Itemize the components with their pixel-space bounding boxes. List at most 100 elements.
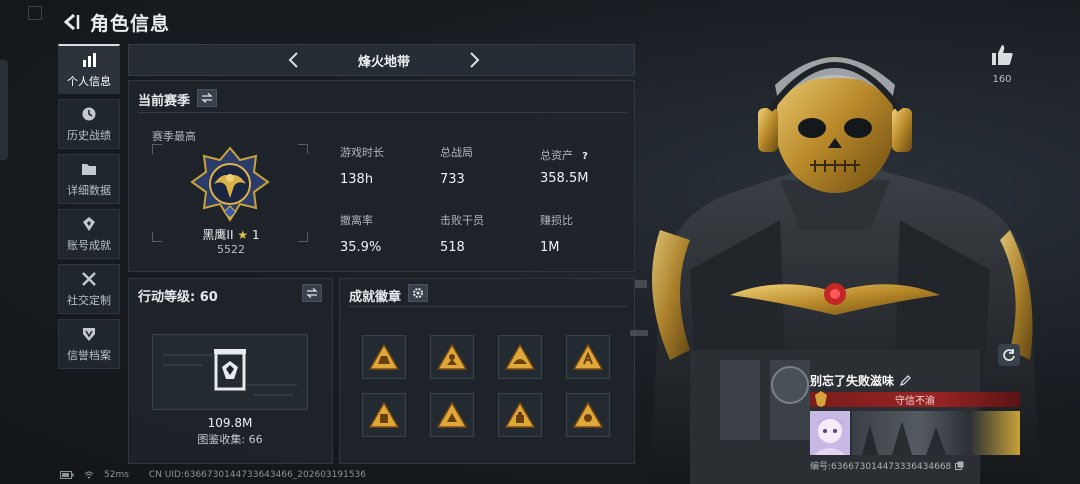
triangle-badge-icon xyxy=(505,344,535,370)
player-title: 守信不渝 xyxy=(895,396,935,407)
map-name: 烽火地带 xyxy=(357,54,410,70)
nav-item-achievements[interactable]: 账号成就 xyxy=(58,209,120,259)
medal-icon xyxy=(80,215,98,233)
achievement-badge[interactable] xyxy=(430,393,474,437)
achievement-badge[interactable] xyxy=(566,393,610,437)
stat-label: 赚损比 xyxy=(540,214,573,227)
nav-item-reputation[interactable]: 信誉档案 xyxy=(58,319,120,369)
triangle-badge-icon xyxy=(437,402,467,428)
stat-label: 击败干员 xyxy=(440,214,484,227)
swap-icon xyxy=(306,288,318,298)
achievements-title: 成就徽章 xyxy=(349,290,402,305)
card-banner xyxy=(852,411,1020,455)
uid: CN UID:6366730144733643466_202603191536 xyxy=(148,470,367,480)
nav-item-social[interactable]: 社交定制 xyxy=(58,264,120,314)
current-season-title: 当前赛季 xyxy=(138,94,191,109)
back-button[interactable] xyxy=(60,11,82,33)
frame-corner xyxy=(152,232,162,242)
rank-medal-icon xyxy=(815,391,827,407)
achievements-settings-button[interactable] xyxy=(408,284,428,302)
bar-chart-icon xyxy=(80,51,98,69)
achievement-badge[interactable] xyxy=(498,335,542,379)
switch-season-button[interactable] xyxy=(197,89,217,107)
frame-corner xyxy=(298,232,308,242)
achievement-badge[interactable] xyxy=(362,393,406,437)
copy-icon[interactable] xyxy=(955,461,964,470)
player-card[interactable]: 别忘了失败滋味 守信不渝 编号:636673014473336434668 xyxy=(810,372,1020,472)
player-name-row: 别忘了失败滋味 xyxy=(810,372,1020,389)
triangle-badge-icon xyxy=(369,344,399,370)
folder-icon xyxy=(80,160,98,178)
achievement-badge[interactable] xyxy=(566,335,610,379)
rank-score: 5522 xyxy=(217,243,245,256)
collection-value: 109.8M xyxy=(207,416,253,430)
edge-handle[interactable] xyxy=(0,60,8,160)
stat-value: 35.9% xyxy=(340,240,382,255)
frame-corner xyxy=(152,144,162,154)
season-best-label: 赛季最高 xyxy=(152,130,196,143)
avatar[interactable] xyxy=(810,411,850,455)
stat-total-assets: 总资产 ? 358.5M xyxy=(540,144,620,186)
stat-total-matches: 总战局 733 xyxy=(440,144,530,187)
divider xyxy=(349,306,627,307)
achievement-badge[interactable] xyxy=(430,335,474,379)
collection-count: 图鉴收集: 66 xyxy=(197,433,263,446)
next-map-button[interactable] xyxy=(464,50,484,70)
achievement-badge[interactable] xyxy=(362,335,406,379)
stat-play-time: 游戏时长 138h xyxy=(340,144,430,187)
action-level-switch-button[interactable] xyxy=(302,284,322,302)
nav-item-history[interactable]: 历史战绩 xyxy=(58,99,120,149)
stat-label: 总资产 xyxy=(540,149,573,162)
like-count: 160 xyxy=(992,74,1012,85)
help-icon[interactable]: ? xyxy=(582,151,588,162)
card-images xyxy=(810,411,1020,455)
rank-name-row: 黑鹰II ★ 1 xyxy=(196,226,266,243)
nav-label: 信誉档案 xyxy=(67,349,111,362)
clock-icon xyxy=(80,105,98,123)
stat-value: 518 xyxy=(440,240,465,255)
tools-icon xyxy=(80,270,98,288)
nav-item-personal-info[interactable]: 个人信息 xyxy=(58,44,120,94)
status-bar: 52ms CN UID:6366730144733643466_20260319… xyxy=(60,470,366,480)
frame-corner xyxy=(298,144,308,154)
nav-label: 个人信息 xyxy=(67,74,111,88)
rank-stars: 1 xyxy=(251,228,260,242)
page-header: 角色信息 xyxy=(60,8,170,36)
like-widget[interactable]: 160 xyxy=(990,44,1014,85)
star-icon: ★ xyxy=(237,228,249,242)
refresh-icon xyxy=(1003,349,1015,361)
prev-map-button[interactable] xyxy=(284,50,304,70)
collection-frame[interactable] xyxy=(152,334,308,410)
rank-emblem-icon xyxy=(190,146,270,222)
gear-icon xyxy=(413,288,423,298)
nav-label: 历史战绩 xyxy=(67,129,111,142)
edit-icon[interactable] xyxy=(900,375,911,386)
corner-box xyxy=(28,6,42,20)
triangle-badge-icon xyxy=(573,402,603,428)
player-title-strip: 守信不渝 xyxy=(810,391,1020,407)
side-nav: 个人信息 历史战绩 详细数据 账号成就 社交定制 信誉档案 xyxy=(58,44,120,374)
stat-label: 游戏时长 xyxy=(340,146,384,159)
shield-icon xyxy=(80,325,98,343)
refresh-button[interactable] xyxy=(998,344,1020,366)
rank-name: 黑鹰II xyxy=(202,228,234,242)
page-title: 角色信息 xyxy=(90,12,171,35)
nav-label: 详细数据 xyxy=(67,184,111,197)
player-id-row: 编号:636673014473336434668 xyxy=(810,459,1020,472)
ping: 52ms xyxy=(104,470,129,480)
swap-icon xyxy=(201,93,213,103)
achievement-badge[interactable] xyxy=(498,393,542,437)
stat-value: 358.5M xyxy=(540,171,589,186)
back-arrow-icon xyxy=(63,13,80,31)
locker-icon xyxy=(214,349,246,391)
nav-label: 社交定制 xyxy=(67,294,111,307)
stat-extract-rate: 撤离率 35.9% xyxy=(340,212,430,255)
divider xyxy=(138,112,628,113)
triangle-badge-icon xyxy=(505,402,535,428)
action-level-title: 行动等级: 60 xyxy=(138,290,218,305)
nav-item-details[interactable]: 详细数据 xyxy=(58,154,120,204)
stat-label: 总战局 xyxy=(440,146,473,159)
triangle-badge-icon xyxy=(573,344,603,370)
nav-label: 账号成就 xyxy=(67,239,111,252)
triangle-badge-icon xyxy=(437,344,467,370)
